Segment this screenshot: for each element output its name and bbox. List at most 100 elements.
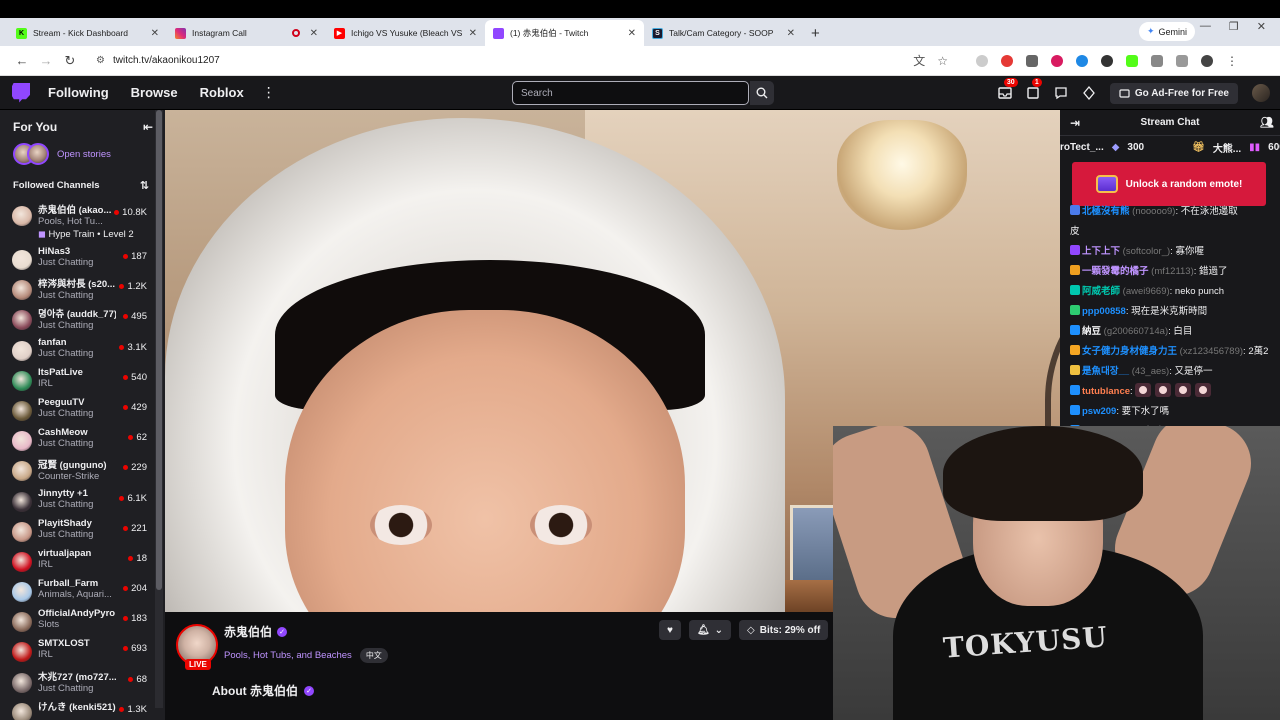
go-ad-free-button[interactable]: Go Ad-Free for Free bbox=[1109, 82, 1238, 104]
extension-icon[interactable] bbox=[1026, 54, 1038, 67]
channel-name: virtualjapan bbox=[38, 547, 92, 559]
sidebar-channel[interactable]: 뎡아츄 (auddk_77) Just Chatting 495 bbox=[0, 304, 165, 334]
channel-name: PlayitShady bbox=[38, 517, 92, 529]
extension-icon[interactable] bbox=[976, 54, 988, 67]
browser-tab-instagram[interactable]: Instagram Call ✕ bbox=[167, 20, 326, 46]
chat-username[interactable]: 阿威老師 bbox=[1082, 286, 1120, 297]
notification-bell-button[interactable]: 🔔︎ ⌄ bbox=[688, 620, 732, 640]
address-bar[interactable]: ⚙ twitch.tv/akaonikou1207 文 ☆ bbox=[88, 48, 958, 73]
collapse-chat-icon[interactable]: ⇥ bbox=[1070, 116, 1080, 130]
chat-badge-icon bbox=[1070, 365, 1080, 375]
crown-button[interactable] bbox=[1082, 85, 1096, 101]
extension-icon[interactable] bbox=[1051, 54, 1063, 67]
kick-extension-icon[interactable] bbox=[1126, 54, 1138, 67]
sidebar-channel[interactable]: PeeguuTV Just Chatting 429 bbox=[0, 395, 165, 425]
leader-name[interactable]: 大熊... bbox=[1213, 140, 1241, 155]
maximize-icon[interactable]: ❐ bbox=[1229, 20, 1239, 33]
search-input[interactable]: Search bbox=[512, 81, 749, 105]
unlock-emote-button[interactable]: Unlock a random emote! bbox=[1072, 162, 1266, 206]
sidebar-channel[interactable]: OfficialAndyPyro Slots 183 bbox=[0, 606, 165, 636]
chat-username[interactable]: 上下上下 bbox=[1082, 246, 1120, 257]
chat-username[interactable]: 女子健力身材健身力王 bbox=[1082, 346, 1177, 357]
sort-icon[interactable]: ⇅ bbox=[140, 179, 149, 192]
extension-icon[interactable] bbox=[1076, 54, 1088, 67]
stream-category-link[interactable]: Pools, Hot Tubs, and Beaches bbox=[224, 650, 352, 661]
sidebar-channel[interactable]: CashMeow Just Chatting 62 bbox=[0, 425, 165, 455]
streamer-name[interactable]: 赤鬼伯伯 bbox=[224, 623, 272, 640]
nav-following[interactable]: Following bbox=[48, 85, 109, 100]
leader-bits: 300 bbox=[1127, 141, 1145, 153]
gemini-button[interactable]: ✦ Gemini bbox=[1138, 22, 1195, 41]
sidebar-channel[interactable]: Furball_Farm Animals, Aquari... 204 bbox=[0, 576, 165, 606]
chat-username[interactable]: ppp00858 bbox=[1082, 306, 1126, 317]
close-tab-icon[interactable]: ✕ bbox=[469, 28, 477, 39]
minimize-icon[interactable]: — bbox=[1200, 20, 1211, 33]
side-panel-icon[interactable] bbox=[1176, 54, 1188, 67]
user-avatar[interactable] bbox=[1252, 84, 1270, 102]
browser-tab-twitch[interactable]: (1) 赤鬼伯伯 - Twitch ✕ bbox=[485, 20, 644, 46]
profile-avatar[interactable] bbox=[1201, 54, 1213, 67]
new-tab-button[interactable]: + bbox=[803, 20, 828, 46]
leader-name[interactable]: roTect_... bbox=[1060, 142, 1104, 153]
site-info-icon[interactable]: ⚙ bbox=[96, 55, 105, 66]
collapse-sidebar-icon[interactable]: ⇤ bbox=[143, 120, 153, 134]
sidebar-channel[interactable]: 梓涔與村長 (s20... Just Chatting 1.2K bbox=[0, 274, 165, 304]
chat-username[interactable]: 是魚대장__ bbox=[1082, 366, 1129, 377]
sidebar-channel[interactable]: Jinnytty +1 Just Chatting 6.1K bbox=[0, 486, 165, 516]
close-tab-icon[interactable]: ✕ bbox=[628, 28, 636, 39]
close-tab-icon[interactable]: ✕ bbox=[310, 28, 318, 39]
chat-username[interactable]: 納豆 bbox=[1082, 326, 1101, 337]
channel-avatar bbox=[12, 612, 32, 633]
chat-text: : 2萬2 bbox=[1243, 346, 1269, 357]
open-stories[interactable]: Open stories bbox=[0, 140, 165, 173]
puzzle-icon[interactable] bbox=[1151, 54, 1163, 67]
language-tag[interactable]: 中文 bbox=[359, 648, 388, 663]
sidebar-channel[interactable]: virtualjapan IRL 18 bbox=[0, 546, 165, 576]
extension-icon[interactable] bbox=[1001, 54, 1013, 67]
bits-button[interactable]: ◇ Bits: 29% off bbox=[739, 620, 829, 640]
search-button[interactable] bbox=[750, 81, 774, 105]
channel-avatar bbox=[12, 642, 32, 663]
sidebar-channel[interactable]: 赤鬼伯伯 (akao... Pools, Hot Tu... ◼︎ Hype Tra… bbox=[0, 200, 165, 244]
browser-tab-kick[interactable]: K Stream - Kick Dashboard ✕ bbox=[8, 20, 167, 46]
inbox-button[interactable]: 30 bbox=[998, 78, 1018, 100]
nav-browse[interactable]: Browse bbox=[131, 85, 178, 100]
sidebar-channel[interactable]: SMTXLOST IRL 693 bbox=[0, 636, 165, 666]
sidebar-scrollbar[interactable] bbox=[155, 110, 163, 708]
reload-icon[interactable]: ↻ bbox=[58, 53, 82, 69]
sidebar-channel[interactable]: HiNas3 Just Chatting 187 bbox=[0, 244, 165, 274]
chat-username[interactable]: psw209 bbox=[1082, 406, 1116, 417]
close-tab-icon[interactable]: ✕ bbox=[787, 28, 795, 39]
bits-leaderboard: roTect_... ◆ 300 🎁︎ 大熊... ▮▮ 600 bbox=[1060, 136, 1280, 158]
notifications-button[interactable]: 1 bbox=[1026, 78, 1042, 100]
sidebar-channel[interactable]: ItsPatLive IRL 540 bbox=[0, 365, 165, 395]
twitch-logo-icon[interactable] bbox=[12, 82, 30, 103]
chat-username[interactable]: tutublance bbox=[1082, 386, 1130, 397]
bookmark-star-icon[interactable]: ☆ bbox=[937, 54, 948, 68]
menu-icon[interactable]: ⋮ bbox=[1226, 55, 1238, 67]
community-icon[interactable]: 👥︎ bbox=[1260, 116, 1274, 129]
sidebar-channel[interactable]: PlayitShady Just Chatting 221 bbox=[0, 516, 165, 546]
close-window-icon[interactable]: ✕ bbox=[1257, 20, 1266, 33]
sidebar-channel[interactable]: 冠賢 (gunguno) Counter-Strike 229 bbox=[0, 455, 165, 485]
follow-button[interactable]: ♥ bbox=[659, 620, 681, 640]
nav-roblox[interactable]: Roblox bbox=[200, 85, 244, 100]
sidebar-channel[interactable]: けんき (kenki521) 1.3K bbox=[0, 697, 165, 720]
back-icon[interactable]: ← bbox=[10, 53, 34, 68]
channel-avatar bbox=[12, 521, 32, 542]
chat-badge-icon bbox=[1070, 325, 1080, 335]
chat-username[interactable]: 一顆發霉的橘子 bbox=[1082, 266, 1149, 277]
viewer-count: 3.1K bbox=[119, 342, 147, 353]
extension-icon[interactable] bbox=[1101, 54, 1113, 67]
sidebar-channel[interactable]: fanfan Just Chatting 3.1K bbox=[0, 335, 165, 365]
translate-icon[interactable]: 文 bbox=[913, 52, 925, 69]
browser-tab-youtube[interactable]: ▶ Ichigo VS Yusuke (Bleach VS Yu ✕ bbox=[326, 20, 485, 46]
sidebar-channel[interactable]: 木兆727 (mo727... Just Chatting 68 bbox=[0, 667, 165, 697]
whispers-button[interactable] bbox=[1054, 86, 1068, 100]
chat-username[interactable]: 北極沒有熊 bbox=[1082, 206, 1130, 217]
viewer-count: 18 bbox=[128, 553, 147, 564]
more-options-icon[interactable]: ⋮ bbox=[262, 84, 276, 101]
forward-icon[interactable]: → bbox=[34, 53, 58, 68]
close-tab-icon[interactable]: ✕ bbox=[151, 28, 159, 39]
browser-tab-soop[interactable]: S Talk/Cam Category - SOOP ✕ bbox=[644, 20, 803, 46]
